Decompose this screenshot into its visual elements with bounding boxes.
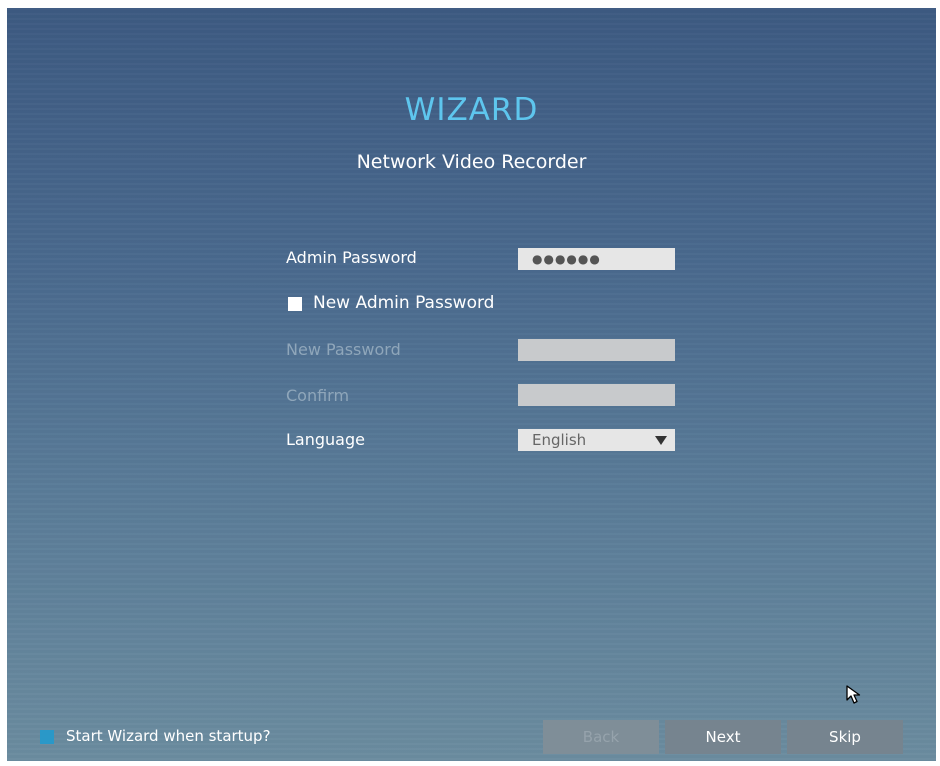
page-title: WIZARD [404,92,539,128]
language-select-value: English [532,431,587,449]
admin-password-label: Admin Password [286,248,417,267]
skip-button[interactable]: Skip [787,720,903,754]
language-label: Language [286,430,365,449]
next-button[interactable]: Next [665,720,781,754]
new-admin-password-checkbox[interactable] [288,297,302,311]
back-button[interactable]: Back [543,720,659,754]
language-select[interactable]: English [518,429,675,451]
new-password-field[interactable] [518,339,675,361]
admin-password-field[interactable]: ●●●●●● [518,248,675,270]
wizard-screen: WIZARD Network Video Recorder Admin Pass… [7,8,936,761]
new-password-label: New Password [286,340,401,359]
mouse-pointer-icon [846,685,861,704]
dropdown-arrow-icon [655,436,667,445]
new-admin-password-label: New Admin Password [313,293,495,313]
start-wizard-checkbox[interactable] [40,730,54,744]
page-subtitle: Network Video Recorder [356,151,587,173]
start-wizard-label: Start Wizard when startup? [66,727,271,745]
confirm-password-field[interactable] [518,384,675,406]
confirm-label: Confirm [286,386,350,405]
